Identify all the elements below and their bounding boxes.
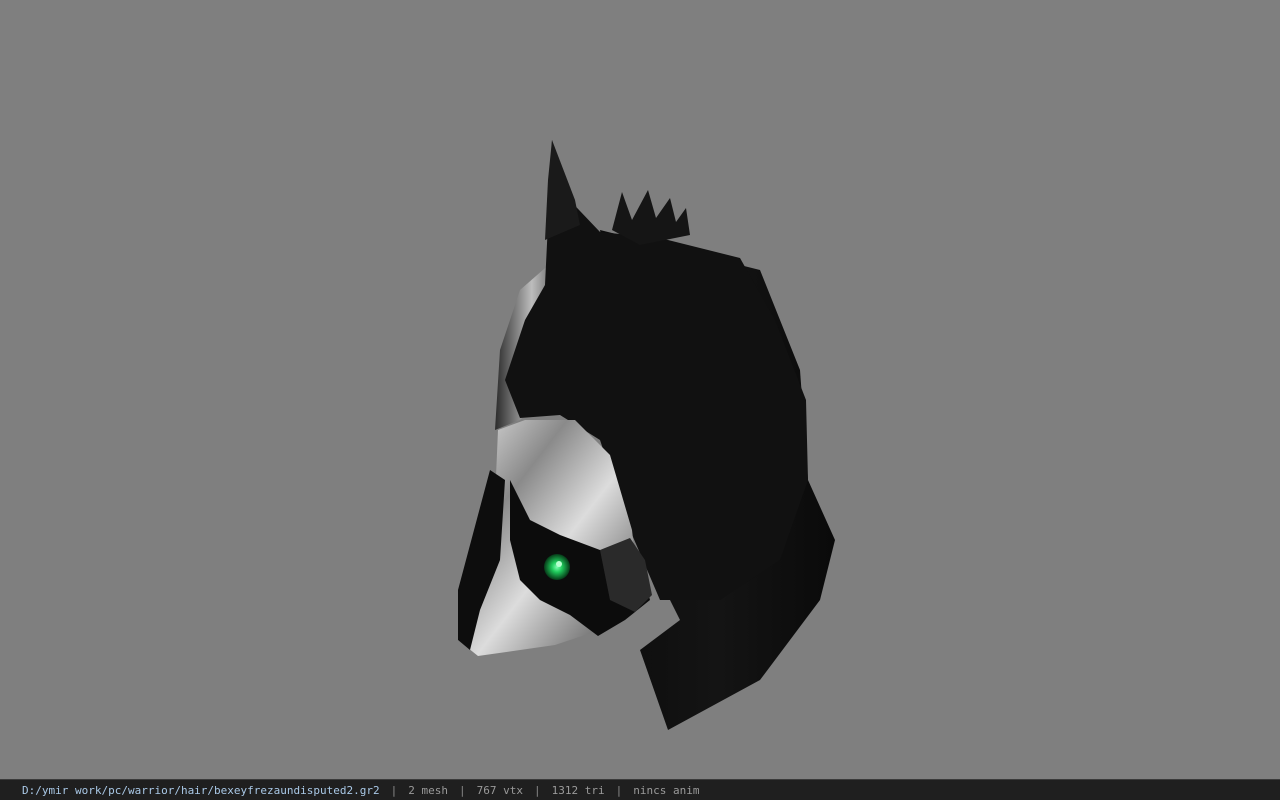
hood-horn [545,140,580,240]
model-render [458,140,835,730]
separator: | [615,783,623,797]
separator: | [390,783,398,797]
eye-glow [544,554,570,580]
3d-viewport[interactable] [0,0,1280,779]
vertex-count: 767 vtx [476,783,523,797]
triangle-count: 1312 tri [551,783,605,797]
eye-highlight [556,561,562,567]
file-path: D:/ymir work/pc/warrior/hair/bexeyfrezau… [22,783,380,797]
mesh-count: 2 mesh [408,783,448,797]
separator: | [459,783,466,797]
animation-status: nincs anim [633,783,700,797]
separator: | [533,783,541,797]
status-bar: D:/ymir work/pc/warrior/hair/bexeyfrezau… [0,779,1280,800]
